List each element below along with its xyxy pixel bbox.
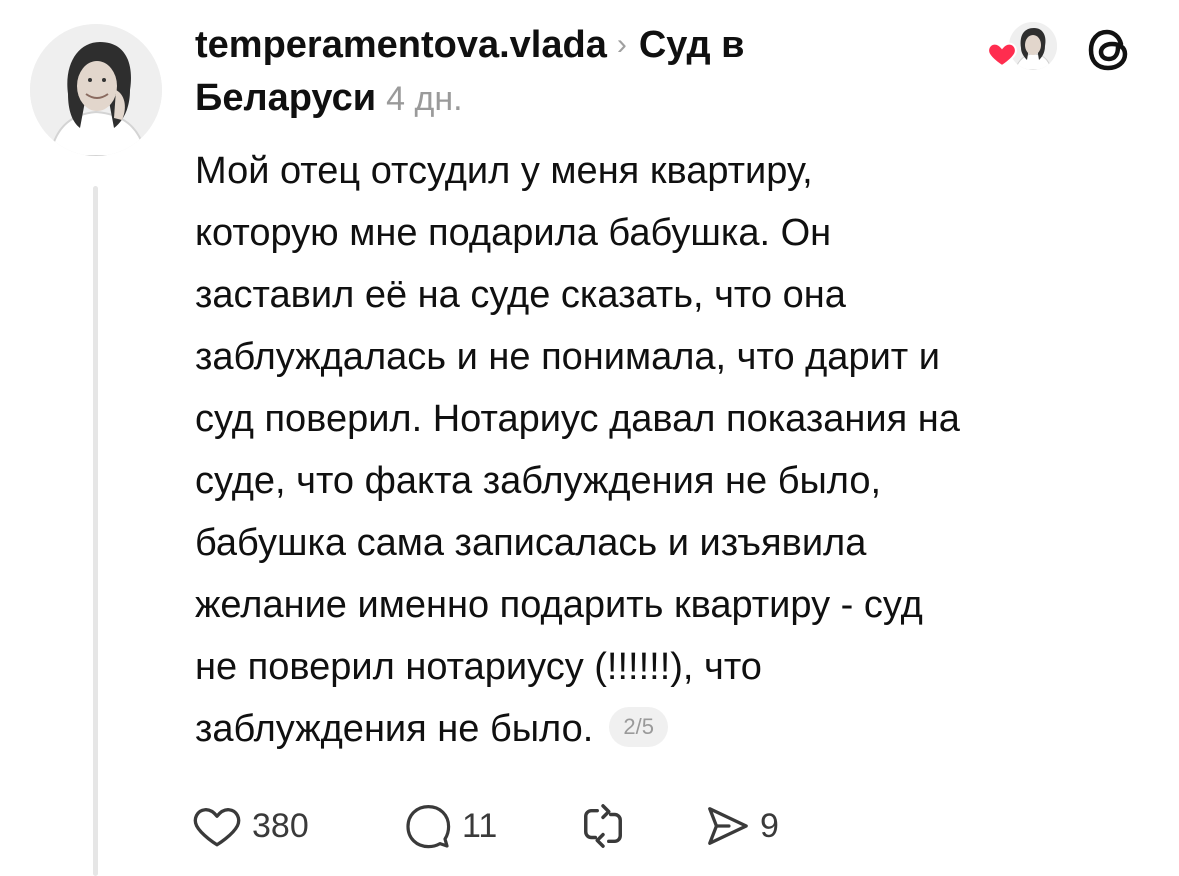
- share-button[interactable]: 9: [704, 800, 779, 852]
- chevron-right-icon: ›: [616, 28, 627, 61]
- author-name[interactable]: temperamentova.vlada: [195, 24, 607, 66]
- comment-icon: [406, 805, 451, 849]
- like-count: 380: [252, 806, 309, 845]
- like-button[interactable]: 380: [192, 800, 309, 852]
- send-icon: [708, 807, 748, 845]
- post-text-line: которую мне подарила бабушка. Он: [195, 212, 832, 254]
- post-text-line: суде, что факта заблуждения не было,: [195, 460, 882, 502]
- post-text-line: заставил её на суде сказать, что она: [195, 274, 846, 316]
- threads-logo-icon[interactable]: [1083, 24, 1135, 76]
- liked-by-author-indicator: [985, 16, 1061, 72]
- post-text-line: Мой отец отсудил у меня квартиру,: [195, 150, 813, 192]
- post-header: temperamentova.vlada › Суд в Беларуси 4 дн.: [195, 20, 915, 124]
- author-avatar[interactable]: [30, 24, 162, 156]
- post-text-line: не поверил нотариусу (!!!!!!), что: [195, 646, 762, 688]
- heart-icon: [987, 42, 1017, 68]
- post-time: 4 дн.: [386, 80, 463, 118]
- thread-line: [93, 186, 98, 876]
- heart-icon: [193, 808, 241, 847]
- post-text-line: желание именно подарить квартиру - суд: [195, 584, 923, 626]
- repost-button[interactable]: [580, 800, 626, 852]
- page-indicator-badge: 2/5: [609, 706, 668, 747]
- repost-icon: [584, 804, 622, 848]
- post-text: Мой отец отсудил у меня квартиру, котору…: [195, 140, 1155, 760]
- post-actions: 380 11 9: [192, 800, 892, 852]
- reply-count: 11: [462, 806, 498, 845]
- share-count: 9: [760, 806, 779, 845]
- post-text-line: суд поверил. Нотариус давал показания на: [195, 398, 960, 440]
- post-text-line: заблуждалась и не понимала, что дарит и: [195, 336, 940, 378]
- post-text-last-line: заблуждения не было.: [195, 708, 594, 750]
- reply-button[interactable]: 11: [404, 800, 497, 852]
- post-text-line: бабушка сама записалась и изъявила: [195, 522, 867, 564]
